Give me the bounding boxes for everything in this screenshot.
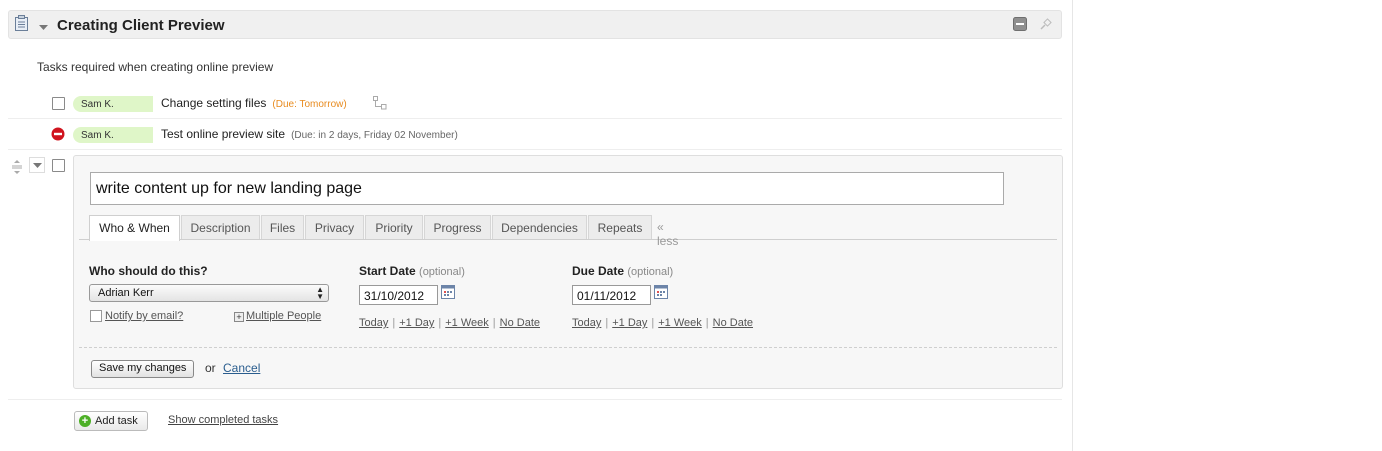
start-today-link[interactable]: Today xyxy=(359,317,388,329)
notify-email-link[interactable]: Notify by email? xyxy=(105,310,183,322)
due-plus-day-link[interactable]: +1 Day xyxy=(612,317,647,329)
select-arrows-icon: ▲ ▼ xyxy=(316,285,324,301)
tab-description[interactable]: Description xyxy=(181,215,260,239)
due-date-label: Due Date (optional) xyxy=(572,264,673,278)
minimize-icon[interactable] xyxy=(1013,17,1029,33)
task-editor: Who & When Description Files Privacy Pri… xyxy=(73,155,1063,389)
assignee-badge[interactable]: Sam K. xyxy=(73,127,153,143)
tab-priority[interactable]: Priority xyxy=(365,215,423,239)
blocked-icon xyxy=(51,127,65,141)
drag-handle-icon[interactable] xyxy=(11,160,23,177)
due-label: (Due: in 2 days, Friday 02 November) xyxy=(291,130,458,141)
notify-email-checkbox[interactable] xyxy=(90,310,102,322)
task-complete-checkbox[interactable] xyxy=(52,97,65,110)
footer-divider xyxy=(8,399,1062,400)
or-text: or xyxy=(205,361,216,375)
subtask-icon xyxy=(373,96,387,113)
due-date-input[interactable]: 01/11/2012 xyxy=(572,285,651,305)
add-task-button[interactable]: + Add task xyxy=(74,411,148,431)
start-date-label-text: Start Date xyxy=(359,264,416,278)
plus-icon[interactable]: + xyxy=(234,312,244,322)
calendar-icon[interactable] xyxy=(441,285,455,299)
assignee-badge[interactable]: Sam K. xyxy=(73,96,153,112)
show-completed-link[interactable]: Show completed tasks xyxy=(168,414,278,426)
add-icon: + xyxy=(79,415,91,427)
task-row: Sam K. Test online preview site (Due: in … xyxy=(8,120,1062,150)
task-name-text[interactable]: Change setting files xyxy=(161,96,266,110)
page-divider xyxy=(1072,0,1073,451)
assignee-select[interactable]: Adrian Kerr ▲ ▼ xyxy=(89,284,329,302)
multiple-people-link[interactable]: Multiple People xyxy=(246,310,321,322)
due-date-label-text: Due Date xyxy=(572,264,625,278)
tasklist-header: Creating Client Preview xyxy=(8,10,1062,39)
who-label: Who should do this? xyxy=(89,264,208,278)
task-title[interactable]: Test online preview site (Due: in 2 days,… xyxy=(161,127,458,141)
due-date-optional: (optional) xyxy=(627,266,674,278)
task-name-text[interactable]: Test online preview site xyxy=(161,127,285,141)
pin-icon[interactable] xyxy=(1039,17,1055,33)
task-row: Sam K. Change setting files (Due: Tomorro… xyxy=(8,89,1062,119)
tasklist-title[interactable]: Creating Client Preview xyxy=(57,17,225,34)
start-plus-day-link[interactable]: +1 Day xyxy=(399,317,434,329)
start-date-label: Start Date (optional) xyxy=(359,264,465,278)
due-no-date-link[interactable]: No Date xyxy=(713,317,753,329)
start-date-input[interactable]: 31/10/2012 xyxy=(359,285,438,305)
editor-divider xyxy=(79,347,1057,348)
tasklist-description: Tasks required when creating online prev… xyxy=(37,60,274,74)
tab-files[interactable]: Files xyxy=(261,215,304,239)
save-changes-button[interactable]: Save my changes xyxy=(91,360,195,378)
less-link[interactable]: « less xyxy=(657,220,678,248)
start-date-optional: (optional) xyxy=(419,266,465,278)
cancel-link[interactable]: Cancel xyxy=(223,361,260,375)
add-task-label: Add task xyxy=(95,415,138,427)
due-label: (Due: Tomorrow) xyxy=(272,99,347,110)
tab-dependencies[interactable]: Dependencies xyxy=(492,215,587,239)
start-plus-week-link[interactable]: +1 Week xyxy=(445,317,489,329)
tab-progress[interactable]: Progress xyxy=(424,215,491,239)
task-options-dropdown[interactable] xyxy=(29,157,45,173)
due-plus-week-link[interactable]: +1 Week xyxy=(658,317,702,329)
tab-who-when[interactable]: Who & When xyxy=(89,215,180,241)
triangle-down-icon xyxy=(33,163,42,168)
due-date-quick-links: Today | +1 Day | +1 Week | No Date xyxy=(572,317,753,329)
due-today-link[interactable]: Today xyxy=(572,317,601,329)
task-complete-checkbox[interactable] xyxy=(52,159,65,172)
triangle-down-icon[interactable] xyxy=(39,20,48,34)
task-text-input[interactable] xyxy=(90,172,1004,205)
tab-privacy[interactable]: Privacy xyxy=(305,215,364,239)
start-no-date-link[interactable]: No Date xyxy=(500,317,540,329)
clipboard-icon[interactable] xyxy=(15,15,28,34)
task-title[interactable]: Change setting files (Due: Tomorrow) xyxy=(161,96,347,110)
tab-repeats[interactable]: Repeats xyxy=(588,215,652,239)
assignee-select-value: Adrian Kerr xyxy=(98,287,154,299)
tab-divider xyxy=(79,239,1057,240)
calendar-icon[interactable] xyxy=(654,285,668,299)
start-date-quick-links: Today | +1 Day | +1 Week | No Date xyxy=(359,317,540,329)
